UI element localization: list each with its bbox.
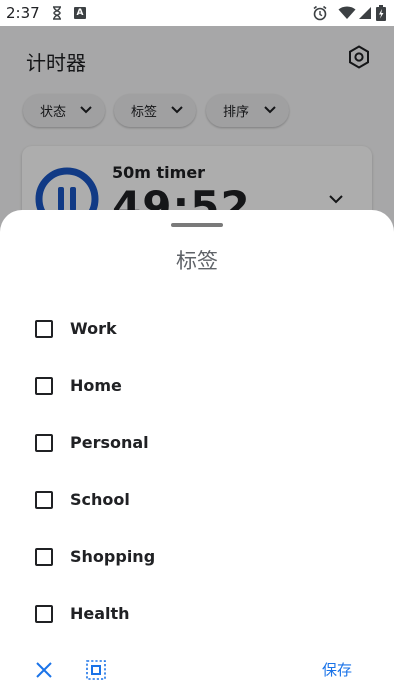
battery-charging-icon [376, 5, 386, 21]
checkbox[interactable] [35, 491, 53, 509]
checkbox[interactable] [35, 605, 53, 623]
tag-label: Health [70, 604, 130, 623]
tags-bottom-sheet: 标签 Work Home Personal School Shopping He… [0, 210, 394, 700]
tag-label: Personal [70, 433, 149, 452]
tag-label: School [70, 490, 130, 509]
drag-handle[interactable] [171, 223, 223, 227]
sheet-title: 标签 [176, 249, 218, 273]
close-icon[interactable] [34, 660, 54, 680]
tag-row-shopping[interactable]: Shopping [0, 528, 394, 585]
checkbox[interactable] [35, 377, 53, 395]
alarm-icon [312, 5, 328, 21]
tag-row-health[interactable]: Health [0, 585, 394, 642]
wifi-icon [338, 6, 356, 20]
checkbox[interactable] [35, 434, 53, 452]
tag-label: Work [70, 319, 117, 338]
status-time: 2:37 [6, 4, 40, 22]
save-button[interactable]: 保存 [322, 659, 352, 680]
select-all-icon[interactable] [85, 659, 107, 681]
status-bar: 2:37 A [0, 0, 394, 26]
signal-icon [358, 6, 372, 20]
checkbox[interactable] [35, 320, 53, 338]
tag-row-home[interactable]: Home [0, 357, 394, 414]
tag-row-work[interactable]: Work [0, 300, 394, 357]
checkbox[interactable] [35, 548, 53, 566]
tag-label: Shopping [70, 547, 156, 566]
tag-label: Home [70, 376, 122, 395]
sheet-actions: 保存 [0, 650, 394, 690]
tag-row-school[interactable]: School [0, 471, 394, 528]
tag-row-personal[interactable]: Personal [0, 414, 394, 471]
app-notification-a-icon: A [74, 7, 86, 19]
hourglass-icon [52, 6, 62, 20]
